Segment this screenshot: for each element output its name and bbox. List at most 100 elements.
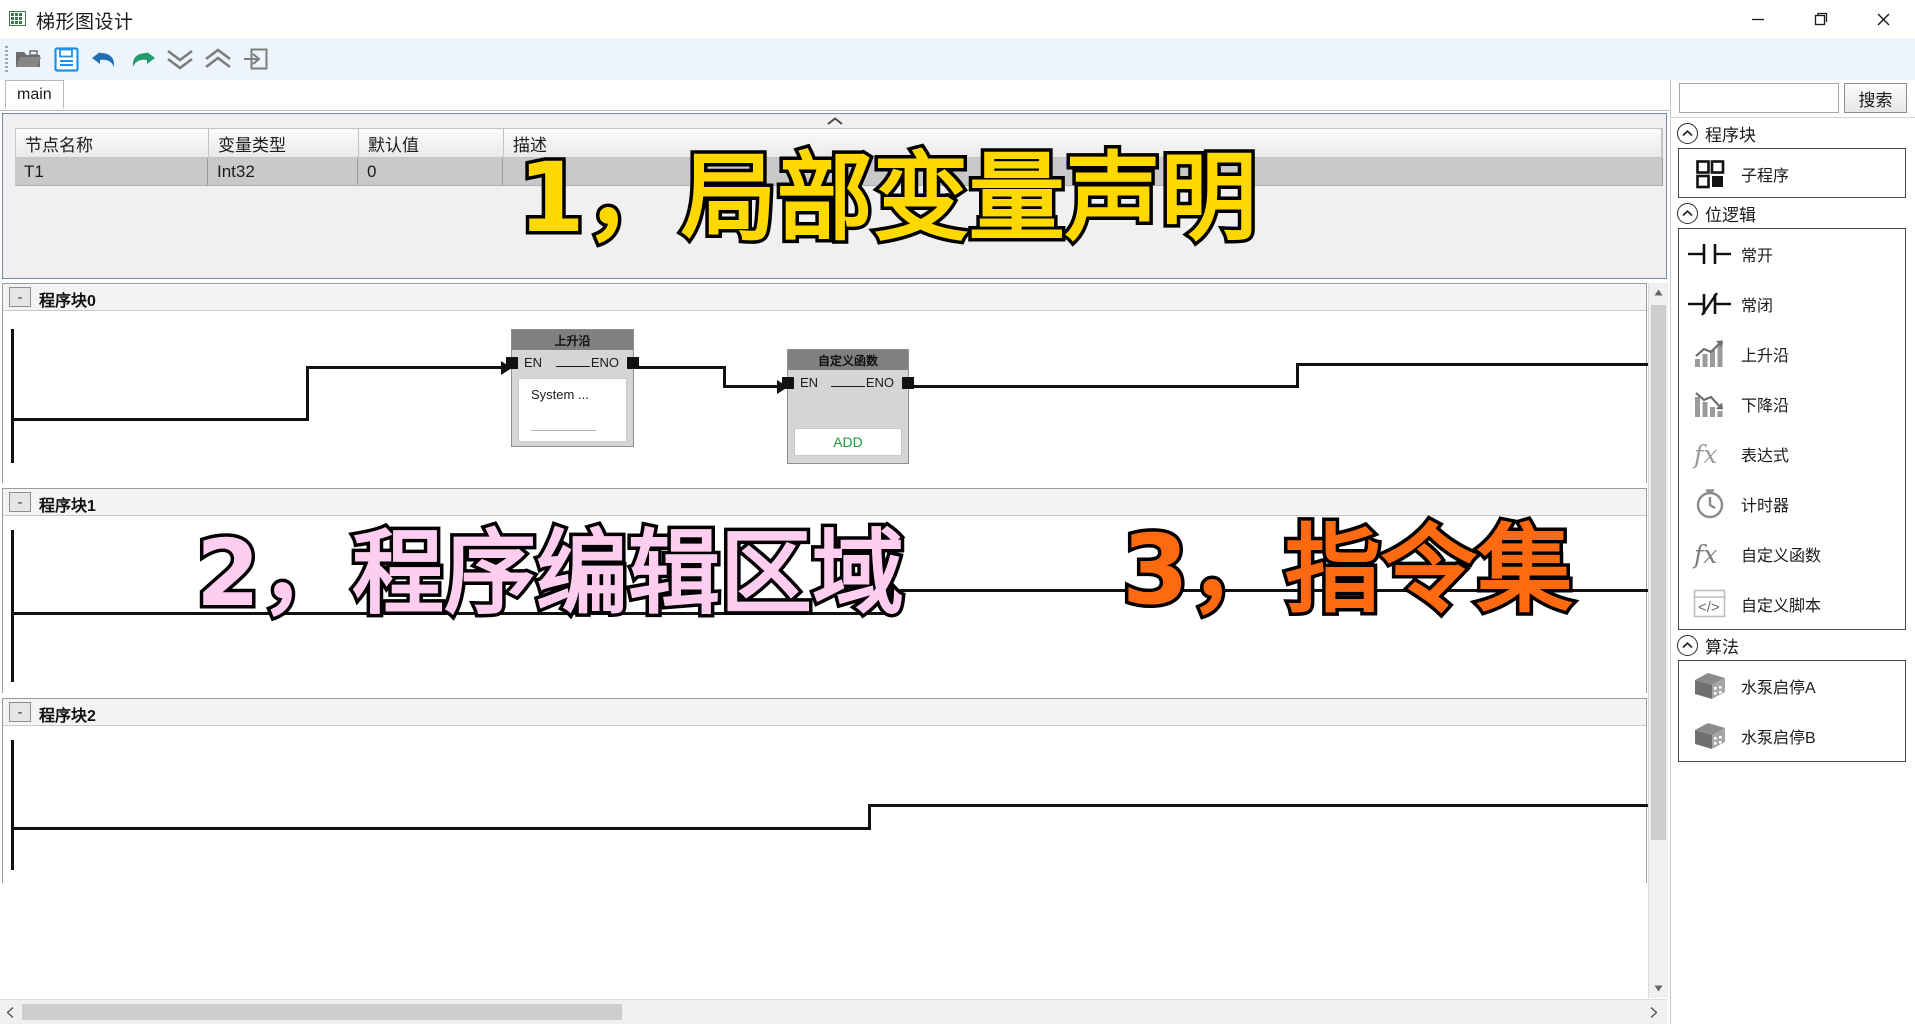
collapse-all-icon[interactable] <box>162 43 198 75</box>
instruction-item-contact-no[interactable]: 常开 <box>1679 229 1905 279</box>
minimize-button[interactable] <box>1726 0 1789 38</box>
panel-divider <box>1671 117 1915 118</box>
function-block-io-row: EN ENO <box>782 370 914 396</box>
en-pin[interactable] <box>506 357 518 369</box>
instruction-item-pump-b[interactable]: 水泵启停B <box>1679 711 1905 761</box>
restore-button[interactable] <box>1789 0 1852 38</box>
program-block-1-collapse-button[interactable]: - <box>9 492 31 512</box>
instruction-item-custom-script[interactable]: </> 自定义脚本 <box>1679 579 1905 629</box>
wire-segment <box>634 366 726 369</box>
io-divider <box>555 366 590 367</box>
close-button[interactable] <box>1852 0 1915 38</box>
annotation-instruction-set: 3，指令集 <box>1119 514 1577 626</box>
instruction-item-falling-edge[interactable]: 下降沿 <box>1679 379 1905 429</box>
function-block-parameter-field[interactable]: System ... <box>518 378 627 442</box>
cell-default-value[interactable]: 0 <box>358 158 503 185</box>
program-block-2-collapse-button[interactable]: - <box>9 702 31 722</box>
column-header-node-name[interactable]: 节点名称 <box>16 129 209 157</box>
fx-function-icon: fx <box>1679 538 1741 570</box>
wire-segment <box>1296 363 1299 388</box>
wire-segment <box>909 385 1299 388</box>
editor-horizontal-scrollbar[interactable] <box>0 999 1667 1024</box>
group-header-bit-logic[interactable]: 位逻辑 <box>1677 200 1756 226</box>
program-block-2-title: 程序块2 <box>39 708 96 725</box>
tab-main[interactable]: main <box>5 80 64 109</box>
instruction-item-rising-edge[interactable]: 上升沿 <box>1679 329 1905 379</box>
column-header-default-value[interactable]: 默认值 <box>359 129 504 157</box>
chevron-up-icon <box>1677 634 1698 656</box>
search-button[interactable]: 搜索 <box>1844 83 1907 113</box>
scroll-down-button[interactable] <box>1649 979 1668 998</box>
function-block-footer-add[interactable]: ADD <box>794 428 902 456</box>
instruction-item-subroutine[interactable]: 子程序 <box>1679 149 1905 199</box>
program-block-0[interactable]: - 程序块0 上升沿 EN ENO System ... 自定义函数 EN EN… <box>2 283 1648 483</box>
redo-icon[interactable] <box>124 43 160 75</box>
variable-table-collapse-icon[interactable] <box>822 116 848 126</box>
scroll-up-button[interactable] <box>1649 283 1668 302</box>
editor-vertical-scrollbar[interactable] <box>1648 283 1668 998</box>
app-grid-icon <box>9 11 26 26</box>
program-block-2-header: - 程序块2 <box>3 699 1646 726</box>
wire-segment <box>723 366 726 387</box>
program-block-2[interactable]: - 程序块2 <box>2 698 1648 883</box>
code-script-icon: </> <box>1679 587 1741 621</box>
vertical-scroll-thumb[interactable] <box>1651 305 1666 840</box>
expand-all-icon[interactable] <box>200 43 236 75</box>
toolbar-drag-grip[interactable] <box>5 46 8 72</box>
group-label: 算法 <box>1705 637 1739 657</box>
program-block-0-canvas[interactable]: 上升沿 EN ENO System ... 自定义函数 EN ENO ADD <box>3 311 1648 483</box>
cube-icon <box>1679 720 1741 752</box>
group-header-algorithms[interactable]: 算法 <box>1677 632 1739 658</box>
instruction-item-pump-a[interactable]: 水泵启停A <box>1679 661 1905 711</box>
group-items-program-blocks: 子程序 <box>1678 148 1906 198</box>
instruction-item-expression[interactable]: fx 表达式 <box>1679 429 1905 479</box>
import-icon[interactable] <box>238 43 274 75</box>
window-title: 梯形图设计 <box>36 12 134 33</box>
program-block-2-canvas[interactable] <box>3 726 1648 883</box>
svg-text:</>: </> <box>1698 599 1720 616</box>
instruction-item-contact-nc[interactable]: 常闭 <box>1679 279 1905 329</box>
horizontal-scroll-thumb[interactable] <box>22 1004 622 1020</box>
io-divider <box>831 386 865 387</box>
instruction-label: 自定义脚本 <box>1741 598 1822 615</box>
svg-text:fx: fx <box>1692 540 1717 569</box>
function-block-title: 自定义函数 <box>788 350 908 370</box>
power-rail-left <box>11 329 14 463</box>
scroll-left-button[interactable] <box>0 1000 20 1024</box>
annotation-program-edit-area: 2，程序编辑区域 <box>192 520 907 627</box>
save-icon[interactable] <box>48 43 84 75</box>
search-input[interactable] <box>1679 83 1839 113</box>
column-header-var-type[interactable]: 变量类型 <box>209 129 359 157</box>
instruction-label: 水泵启停B <box>1741 730 1816 747</box>
instruction-set-panel: 搜索 程序块 子程序 位逻辑 常开 常闭 上升沿 下降沿 fx 表达式 计时器 … <box>1670 80 1915 1024</box>
en-label: EN <box>524 355 543 370</box>
cell-node-name[interactable]: T1 <box>15 158 208 185</box>
undo-icon[interactable] <box>86 43 122 75</box>
ladder-editor-canvas[interactable]: - 程序块0 上升沿 EN ENO System ... 自定义函数 EN EN… <box>0 283 1660 998</box>
scroll-right-button[interactable] <box>1643 1000 1663 1024</box>
chevron-up-icon <box>1677 122 1698 144</box>
instruction-label: 水泵启停A <box>1741 680 1816 697</box>
title-bar: 梯形图设计 <box>0 0 1915 38</box>
group-label: 程序块 <box>1705 125 1756 145</box>
parameter-underline <box>531 430 596 431</box>
instruction-item-custom-function[interactable]: fx 自定义函数 <box>1679 529 1905 579</box>
function-block-title: 上升沿 <box>512 330 633 350</box>
power-rail-left <box>11 740 14 870</box>
wire-segment <box>868 804 871 830</box>
svg-text:fx: fx <box>1692 440 1717 469</box>
instruction-item-timer[interactable]: 计时器 <box>1679 479 1905 529</box>
rising-edge-icon <box>1679 339 1741 369</box>
group-header-program-blocks[interactable]: 程序块 <box>1677 120 1756 146</box>
power-rail-left <box>11 530 14 682</box>
instruction-label: 子程序 <box>1741 168 1790 185</box>
en-label: EN <box>800 375 819 390</box>
wire-segment <box>11 418 307 421</box>
program-block-0-collapse-button[interactable]: - <box>9 287 31 307</box>
cell-var-type[interactable]: Int32 <box>208 158 358 185</box>
open-folder-icon[interactable] <box>10 43 46 75</box>
en-pin[interactable] <box>782 377 794 389</box>
function-block-rising-edge[interactable]: 上升沿 EN ENO System ... <box>506 329 639 447</box>
function-block-custom-function[interactable]: 自定义函数 EN ENO ADD <box>782 349 914 464</box>
wire-segment <box>1296 363 1648 366</box>
